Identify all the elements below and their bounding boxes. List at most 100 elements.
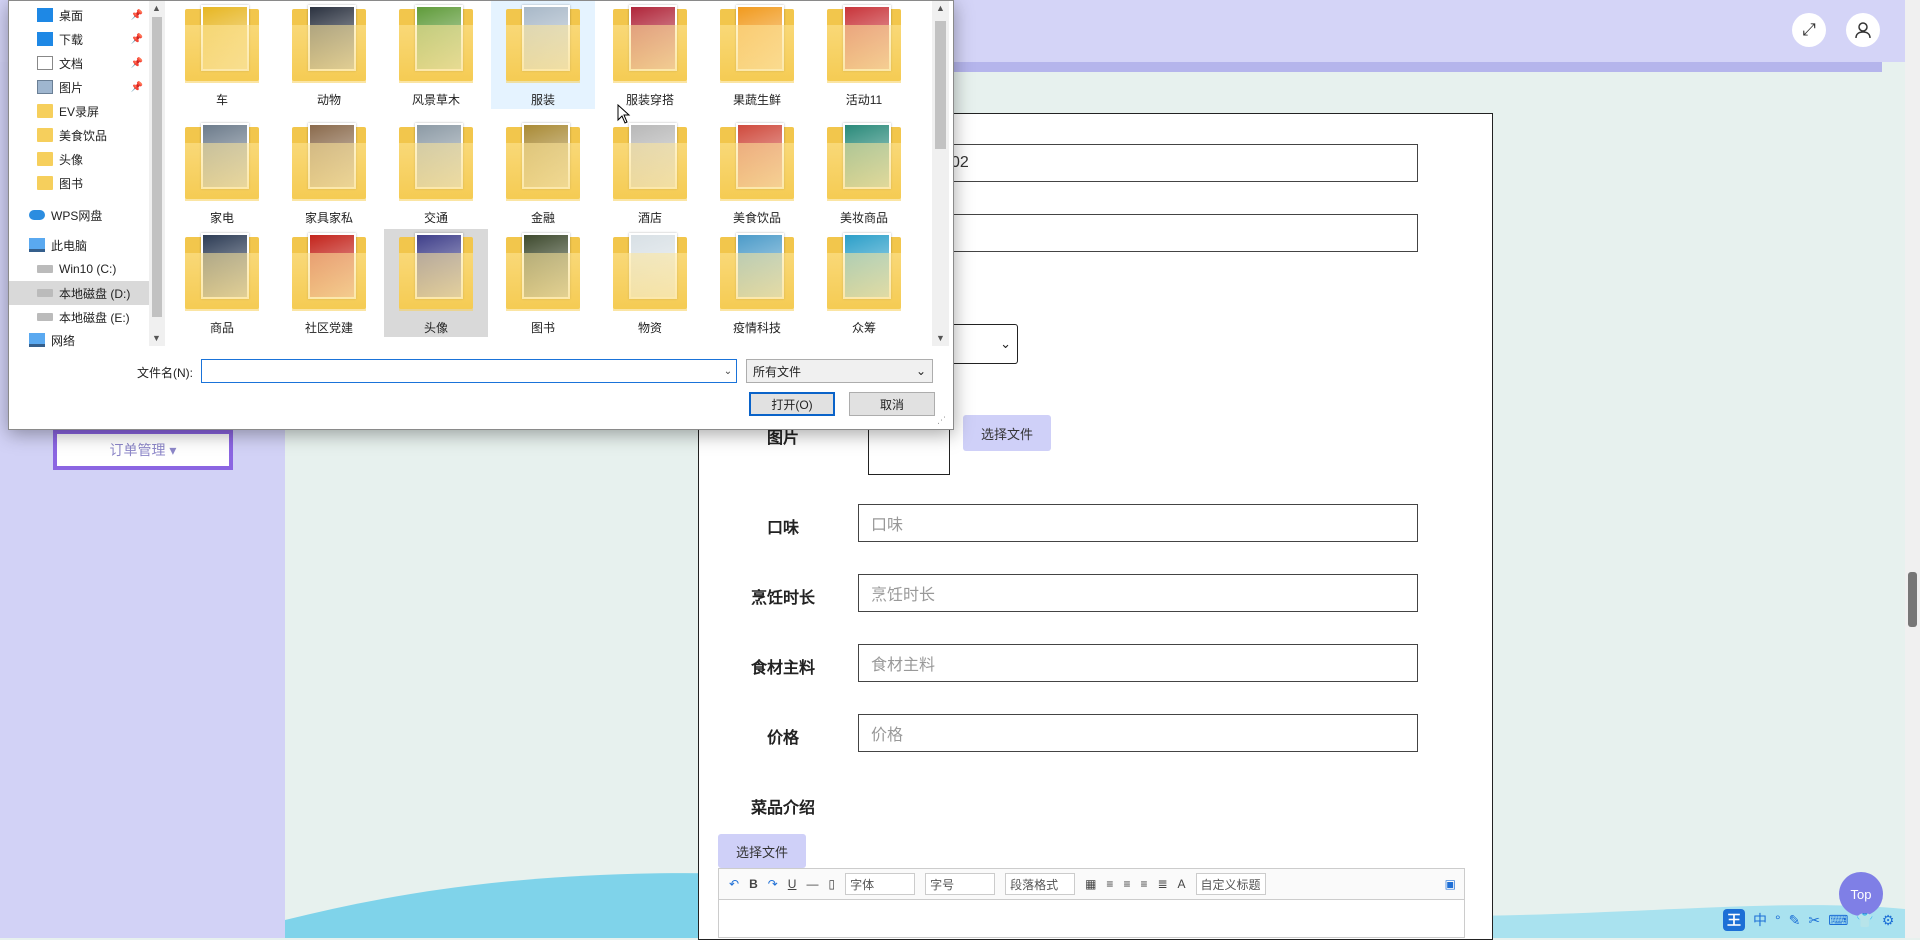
nav-item-label: 本地磁盘 (D:) (59, 286, 131, 301)
folder-label: 活动11 (845, 93, 883, 107)
nav-item-9[interactable]: 此电脑 (9, 233, 149, 257)
nav-item-8[interactable]: WPS网盘 (9, 203, 149, 227)
table-icon[interactable]: ▦ (1085, 877, 1096, 891)
folder-item[interactable]: 果蔬生鲜 (705, 1, 809, 109)
folder-item[interactable]: 美妆商品 (812, 119, 916, 227)
nav-item-2[interactable]: 文档 📌 (9, 51, 149, 75)
custom-title-select[interactable]: 自定义标题 (1195, 873, 1266, 895)
filename-dropdown-icon[interactable]: ⌄ (719, 359, 737, 383)
source-view-icon[interactable]: ▣ (1445, 877, 1456, 891)
pin-icon[interactable]: 📌 (131, 82, 143, 93)
folder-item[interactable]: 动物 (277, 1, 381, 109)
folder-item[interactable]: 金融 (491, 119, 595, 227)
font-color-icon[interactable]: A (1178, 877, 1186, 891)
nav-item-12[interactable]: 本地磁盘 (E:) (9, 305, 149, 329)
folder-label: 风景草木 (411, 93, 460, 107)
mouse-cursor-icon (617, 104, 631, 124)
filetype-select[interactable]: 所有文件 ⌄ (746, 359, 933, 383)
nav-item-5[interactable]: 美食饮品 (9, 123, 149, 147)
page-icon[interactable]: ▯ (828, 877, 835, 891)
ime-chinese-mode[interactable]: 中 (1753, 910, 1767, 930)
underline-icon[interactable]: U (788, 877, 797, 891)
folder-item[interactable]: 众筹 (812, 229, 916, 337)
rich-text-editor[interactable] (718, 900, 1465, 938)
folder-label: 家电 (209, 211, 234, 225)
font-select[interactable]: 字体 (845, 873, 916, 895)
nav-item-0[interactable]: 桌面 📌 (9, 3, 149, 27)
undo-icon[interactable]: ↶ (729, 877, 739, 891)
align-center-icon[interactable]: ≡ (1140, 877, 1147, 891)
pin-icon[interactable]: 📌 (131, 58, 143, 69)
fullscreen-icon[interactable]: ⤢ (1792, 13, 1826, 47)
bold-icon[interactable]: B (749, 877, 758, 891)
folder-item[interactable]: 酒店 (598, 119, 702, 227)
nav-item-13[interactable]: 网络 (9, 333, 149, 348)
pin-icon[interactable]: 📌 (131, 34, 143, 45)
items-scrollbar-thumb[interactable] (935, 21, 946, 149)
folder-item[interactable]: 活动11 (812, 1, 916, 109)
folder-item[interactable]: 家电 (170, 119, 274, 227)
user-icon[interactable] (1846, 13, 1880, 47)
folder-item[interactable]: 美食饮品 (705, 119, 809, 227)
cook-time-input[interactable]: 烹饪时长 (858, 574, 1418, 612)
taste-input[interactable]: 口味 (858, 504, 1418, 542)
open-button[interactable]: 打开(O) (749, 392, 835, 416)
ingredients-input[interactable]: 食材主料 (858, 644, 1418, 682)
ime-handwrite-icon[interactable]: ✎ (1789, 912, 1801, 929)
align-left-icon[interactable]: ≡ (1106, 877, 1113, 891)
nav-item-10[interactable]: Win10 (C:) (9, 257, 149, 281)
drive-icon (37, 265, 53, 273)
nav-item-7[interactable]: 图书 (9, 171, 149, 195)
redo-icon[interactable]: ↷ (768, 877, 778, 891)
horizontal-rule-icon[interactable]: — (806, 877, 818, 891)
price-input[interactable]: 价格 (858, 714, 1418, 752)
folder-item[interactable]: 服装 (491, 1, 595, 109)
font-size-select[interactable]: 字号 (925, 873, 996, 895)
paragraph-select[interactable]: 段落格式 (1005, 873, 1076, 895)
folder-item[interactable]: 图书 (491, 229, 595, 337)
ime-scissors-icon[interactable]: ✂ (1808, 912, 1820, 929)
nav-scrollbar-thumb[interactable] (152, 17, 162, 317)
ime-keyboard-icon[interactable]: ⌨ (1828, 912, 1848, 929)
folder-thumbnail-icon (611, 3, 689, 85)
intro-select-file-button[interactable]: 选择文件 (718, 834, 806, 868)
folder-thumbnail-icon (504, 121, 582, 203)
order-management-menu[interactable]: 订单管理 ▾ (53, 430, 233, 470)
items-scroll-down-icon[interactable]: ▼ (936, 333, 945, 343)
folder-item[interactable]: 头像 (384, 229, 488, 337)
ime-logo-icon[interactable]: 王 (1723, 909, 1745, 931)
nav-item-4[interactable]: EV录屏 (9, 99, 149, 123)
folder-thumbnail-icon (504, 3, 582, 85)
ime-punctuation-icon[interactable]: ° (1775, 912, 1781, 928)
folder-item[interactable]: 商品 (170, 229, 274, 337)
nav-item-6[interactable]: 头像 (9, 147, 149, 171)
nav-item-11[interactable]: 本地磁盘 (D:) (9, 281, 149, 305)
filename-input[interactable] (201, 359, 737, 383)
items-scroll-up-icon[interactable]: ▲ (936, 3, 945, 13)
ime-skin-icon[interactable]: 👕 (1856, 912, 1873, 929)
folder-item[interactable]: 车 (170, 1, 274, 109)
folder-item[interactable]: 物资 (598, 229, 702, 337)
nav-item-1[interactable]: 下载 📌 (9, 27, 149, 51)
folder-item[interactable]: 疫情科技 (705, 229, 809, 337)
nav-scroll-down-icon[interactable]: ▼ (152, 333, 161, 343)
nav-item-3[interactable]: 图片 📌 (9, 75, 149, 99)
folder-thumbnail-icon (290, 3, 368, 85)
cancel-button[interactable]: 取消 (849, 392, 935, 416)
folder-thumbnail-icon (825, 231, 903, 313)
folder-item[interactable]: 风景草木 (384, 1, 488, 109)
justify-icon[interactable]: ≣ (1157, 877, 1167, 891)
pin-icon[interactable]: 📌 (131, 10, 143, 21)
folder-item[interactable]: 社区党建 (277, 229, 381, 337)
folder-item[interactable]: 服装穿搭 (598, 1, 702, 109)
folder-item[interactable]: 家具家私 (277, 119, 381, 227)
page-scrollbar[interactable] (1905, 0, 1920, 938)
page-scrollbar-thumb[interactable] (1908, 572, 1917, 627)
align-right-icon[interactable]: ≡ (1123, 877, 1130, 891)
resize-grip-icon[interactable]: ⋰ (937, 415, 946, 426)
nav-scroll-up-icon[interactable]: ▲ (152, 3, 161, 13)
ime-settings-icon[interactable]: ⚙ (1882, 912, 1895, 929)
select-file-button[interactable]: 选择文件 (963, 415, 1051, 451)
folder-item[interactable]: 交通 (384, 119, 488, 227)
file-open-dialog: 桌面 📌 下载 📌 文档 📌 图片 📌 EV录屏 美食饮品 头像 图书 WPS网盘 此电脑 Win10 (C… (8, 0, 954, 430)
